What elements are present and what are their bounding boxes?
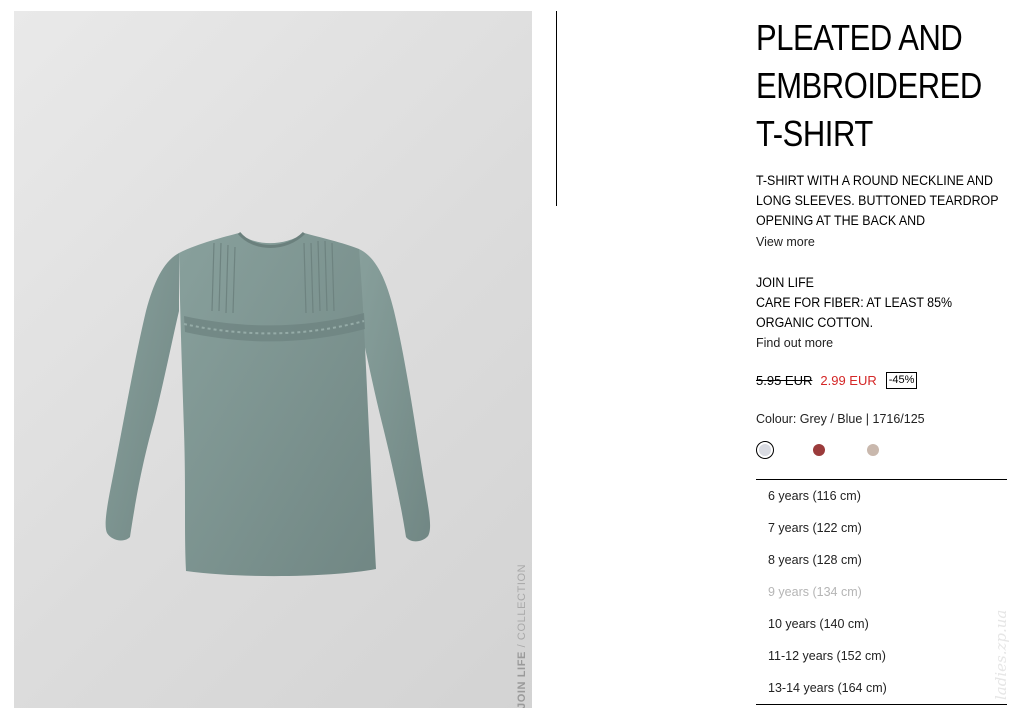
old-price: 5.95 EUR [756,373,813,388]
swatch-dot [813,444,825,456]
join-life-line: JOIN LIFE [756,275,814,290]
sale-price: 2.99 EUR [820,373,877,388]
swatch-beige[interactable] [864,441,882,459]
size-option[interactable]: 6 years (116 cm) [756,480,1007,512]
collection-label-rest: / COLLECTION [516,563,528,652]
product-title-line: PLEATED AND [756,17,963,58]
vertical-divider [556,11,557,206]
size-option[interactable]: 10 years (140 cm) [756,608,1007,640]
discount-badge: -45% [885,372,918,389]
product-title: PLEATED AND EMBROIDERED T-SHIRT [756,14,1014,158]
view-more-link[interactable]: View more [756,235,815,249]
size-option[interactable]: 7 years (122 cm) [756,512,1007,544]
description-line: LONG SLEEVES. BUTTONED TEARDROP [756,193,999,208]
size-option[interactable]: 9 years (134 cm) [756,576,1007,608]
description-line: T-SHIRT WITH A ROUND NECKLINE AND [756,173,993,188]
swatch-dot [759,444,771,456]
collection-label-bold: JOIN LIFE [516,651,528,708]
join-life-line: CARE FOR FIBER: AT LEAST 85% [756,295,953,310]
size-option[interactable]: 13-14 years (164 cm) [756,672,1007,704]
size-list: 6 years (116 cm) 7 years (122 cm) 8 year… [756,479,1007,705]
product-title-line: T-SHIRT [756,113,873,154]
collection-label: JOIN LIFE / COLLECTION [516,564,528,708]
product-info: PLEATED AND EMBROIDERED T-SHIRT T-SHIRT … [756,14,1014,459]
size-option[interactable]: 8 years (128 cm) [756,544,1007,576]
swatch-burgundy[interactable] [810,441,828,459]
join-life-info: JOIN LIFE CARE FOR FIBER: AT LEAST 85% O… [756,273,1004,333]
price-block: 5.95 EUR 2.99 EUR -45% [756,372,918,389]
watermark: ladies.zp.ua [992,609,1010,700]
tshirt-illustration [105,231,431,577]
description-line: OPENING AT THE BACK AND [756,213,926,228]
product-description: T-SHIRT WITH A ROUND NECKLINE AND LONG S… [756,171,999,231]
product-image[interactable]: JOIN LIFE / COLLECTION [14,11,532,708]
find-out-more-link[interactable]: Find out more [756,336,833,350]
product-title-line: EMBROIDERED [756,65,982,106]
join-life-line: ORGANIC COTTON. [756,315,874,330]
colour-label: Colour: Grey / Blue | 1716/125 [756,412,925,426]
swatch-grey-blue[interactable] [756,441,774,459]
size-option[interactable]: 11-12 years (152 cm) [756,640,1007,672]
swatch-dot [867,444,879,456]
colour-swatches [756,441,956,461]
